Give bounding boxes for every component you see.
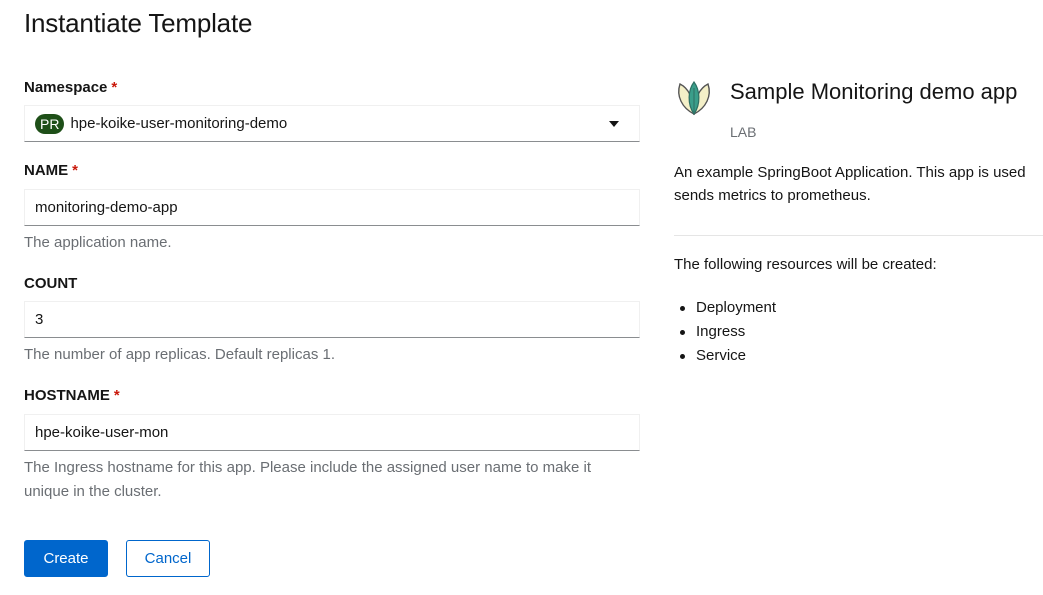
create-button[interactable]: Create [24,540,108,577]
name-input[interactable] [24,189,640,226]
namespace-dropdown[interactable]: PR hpe-koike-user-monitoring-demo [24,105,640,142]
template-provider: LAB [730,124,757,140]
required-mark: * [111,79,118,96]
template-description: An example SpringBoot Application. This … [674,164,1026,204]
resources-list: Deployment Ingress Service [674,296,776,368]
hostname-input[interactable] [24,414,640,451]
count-input[interactable] [24,301,640,338]
count-helper-text: The number of app replicas. Default repl… [24,346,335,363]
count-label: COUNT [24,275,78,292]
resources-intro: The following resources will be created: [674,256,937,273]
name-label: NAME * [24,162,79,179]
namespace-label: Namespace * [24,79,118,96]
name-helper-text: The application name. [24,234,172,251]
sprout-icon [678,80,710,116]
resource-item: Ingress [674,320,776,344]
resource-item: Deployment [674,296,776,320]
required-mark: * [113,387,120,404]
divider [674,235,1043,236]
template-title: Sample Monitoring demo app [730,79,1018,104]
page-title: Instantiate Template [24,8,253,38]
cancel-button[interactable]: Cancel [126,540,210,577]
hostname-label: HOSTNAME * [24,387,120,404]
namespace-value: hpe-koike-user-monitoring-demo [70,115,288,132]
required-mark: * [72,162,79,179]
project-badge: PR [35,113,65,134]
resource-item: Service [674,344,776,368]
hostname-helper-text: The Ingress hostname for this app. Pleas… [24,459,591,500]
caret-down-icon [609,121,619,127]
